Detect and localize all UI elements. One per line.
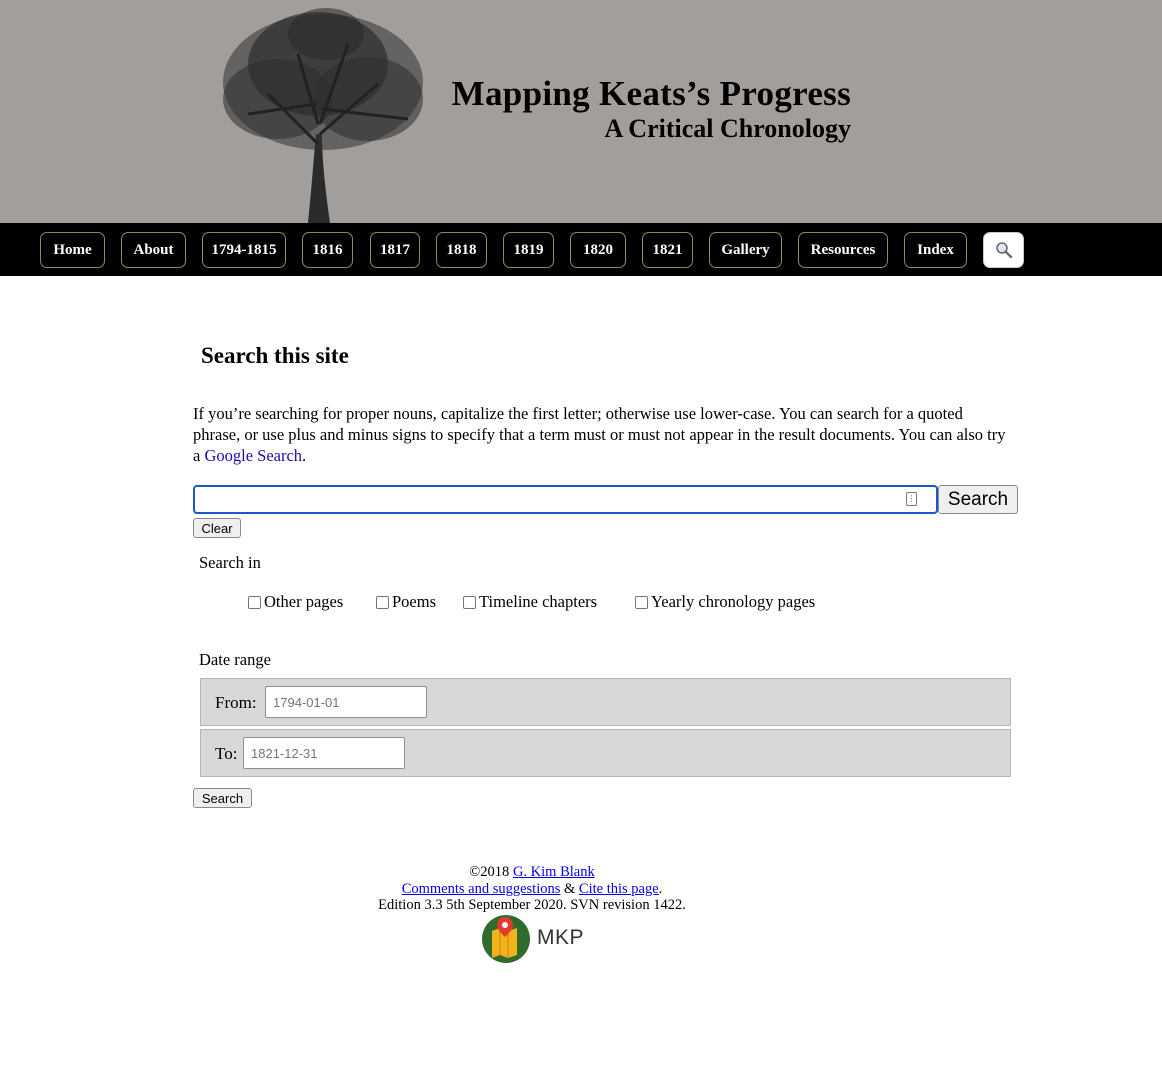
checkbox[interactable] [463, 595, 476, 609]
magnifier-icon [995, 242, 1012, 259]
search-in-label: Search in [199, 553, 261, 572]
comments-link[interactable]: Comments and suggestions [402, 881, 561, 897]
intro-paragraph: If you’re searching for proper nouns, ca… [193, 403, 1013, 466]
checkbox[interactable] [635, 595, 648, 609]
search-input[interactable] [193, 485, 938, 514]
date-range-label: Date range [199, 650, 271, 669]
checkbox[interactable] [248, 595, 261, 609]
nav-1821[interactable]: 1821 [642, 232, 693, 268]
nav-1816[interactable]: 1816 [302, 232, 353, 268]
map-pin-logo-icon [482, 915, 530, 963]
from-date-input[interactable]: 1794-01-01 [265, 686, 427, 718]
clear-button[interactable]: Clear [193, 518, 241, 538]
nav-1819[interactable]: 1819 [503, 232, 554, 268]
to-date-input[interactable]: 1821-12-31 [243, 737, 405, 769]
from-label: From: [215, 693, 257, 712]
intro-end: . [302, 446, 307, 465]
copyright-text: ©2018 [469, 864, 513, 880]
copyright-line: ©2018 G. Kim Blank [332, 864, 732, 881]
footer: ©2018 G. Kim Blank Comments and suggesti… [332, 864, 732, 914]
to-label: To: [215, 744, 238, 763]
mkp-logo: MKP [481, 913, 585, 965]
site-subtitle: A Critical Chronology [604, 114, 851, 143]
nav-search-button[interactable] [983, 232, 1024, 268]
cite-link[interactable]: Cite this page [579, 881, 659, 897]
edition-line: Edition 3.3 5th September 2020. SVN revi… [378, 897, 686, 913]
search-button[interactable]: Search [938, 485, 1018, 514]
cite-end: . [658, 880, 663, 897]
nav-1820[interactable]: 1820 [570, 232, 626, 268]
checkbox[interactable] [376, 595, 389, 609]
checkbox-other-pages[interactable]: Other pages [248, 592, 343, 612]
checkbox-label: Timeline chapters [479, 592, 598, 611]
nav-index[interactable]: Index [904, 232, 967, 268]
date-search-button[interactable]: Search [193, 788, 252, 808]
intro-text: If you’re searching for proper nouns, ca… [193, 404, 1006, 465]
checkbox-label: Poems [392, 592, 437, 611]
checkbox-yearly-chronology[interactable]: Yearly chronology pages [635, 592, 815, 612]
google-search-link[interactable]: Google Search [204, 446, 302, 465]
checkbox-poems[interactable]: Poems [376, 592, 436, 612]
date-from-row: From: 1794-01-01 [200, 678, 1011, 726]
nav-1794-1815[interactable]: 1794-1815 [202, 232, 286, 268]
checkbox-label: Other pages [264, 592, 344, 611]
nav-home[interactable]: Home [40, 232, 105, 268]
nav-resources[interactable]: Resources [798, 232, 888, 268]
date-to-row: To: 1821-12-31 [200, 729, 1011, 777]
autofill-icon: ⋮ [906, 492, 917, 506]
site-banner: Mapping Keats’s Progress A Critical Chro… [0, 0, 1162, 223]
checkbox-timeline-chapters[interactable]: Timeline chapters [463, 592, 597, 612]
main-navbar: Home About 1794-1815 1816 1817 1818 1819… [0, 223, 1162, 276]
page-title: Search this site [201, 343, 349, 368]
nav-1817[interactable]: 1817 [370, 232, 420, 268]
site-title: Mapping Keats’s Progress [451, 74, 851, 113]
nav-1818[interactable]: 1818 [436, 232, 487, 268]
checkbox-label: Yearly chronology pages [651, 592, 816, 611]
author-link[interactable]: G. Kim Blank [513, 864, 595, 880]
amp-text: & [560, 880, 579, 897]
logo-text: MKP [537, 926, 585, 949]
links-line: Comments and suggestions & Cite this pag… [332, 881, 732, 898]
nav-about[interactable]: About [121, 232, 186, 268]
nav-gallery[interactable]: Gallery [709, 232, 782, 268]
